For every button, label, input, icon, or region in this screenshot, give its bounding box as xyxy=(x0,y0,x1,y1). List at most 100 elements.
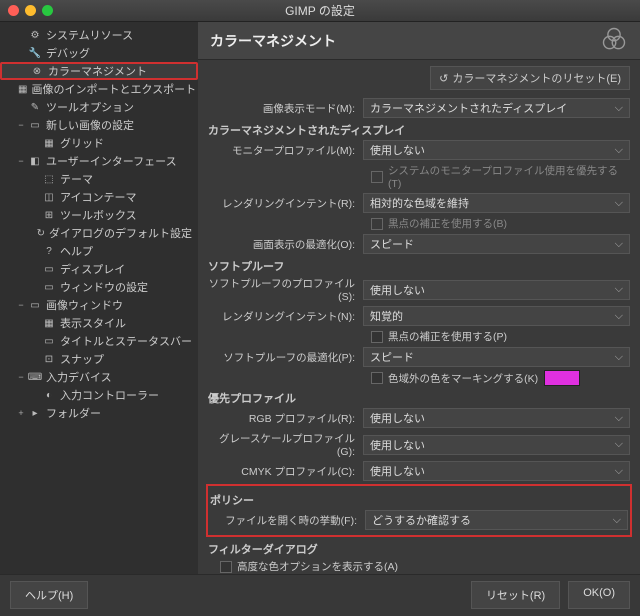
group-preferred-profiles: 優先プロファイル xyxy=(208,390,630,406)
settings-form: 画像表示モード(M):カラーマネジメントされたディスプレイ カラーマネジメントさ… xyxy=(198,96,640,574)
rgb-profile-label: RGB プロファイル(R): xyxy=(208,411,363,426)
cmyk-profile-select[interactable]: 使用しない xyxy=(363,461,630,481)
sidebar-item-label: テーマ xyxy=(60,171,93,187)
group-softproof: ソフトプルーフ xyxy=(208,258,630,274)
sidebar-item-label: ダイアログのデフォルト設定 xyxy=(49,225,192,241)
advanced-color-options-checkbox[interactable] xyxy=(220,561,232,573)
sidebar-item-label: グリッド xyxy=(60,135,104,151)
tree-icon: ⬚ xyxy=(42,172,56,186)
sidebar-item-10[interactable]: ⊞ ツールボックス xyxy=(0,206,198,224)
file-open-behavior-label: ファイルを開く時の挙動(F): xyxy=(210,513,365,528)
sidebar-item-15[interactable]: −▭ 画像ウィンドウ xyxy=(0,296,198,314)
sidebar-item-6[interactable]: ▦ グリッド xyxy=(0,134,198,152)
blackpoint-p-checkbox[interactable] xyxy=(371,331,383,343)
sidebar-item-label: アイコンテーマ xyxy=(60,189,136,205)
expand-icon[interactable]: − xyxy=(16,156,26,166)
tree-icon: 🔧 xyxy=(28,46,42,60)
rendering-intent-n-select[interactable]: 知覚的 xyxy=(363,306,630,326)
tree-icon: ⊞ xyxy=(42,208,56,222)
sidebar-item-1[interactable]: 🔧 デバッグ xyxy=(0,44,198,62)
gamut-color-swatch[interactable] xyxy=(544,370,580,386)
display-optimize-label: 画面表示の最適化(O): xyxy=(208,237,363,252)
sidebar-item-4[interactable]: ✎ツールオプション xyxy=(0,98,198,116)
expand-icon[interactable]: + xyxy=(16,408,26,418)
sidebar-item-16[interactable]: ▦表示スタイル xyxy=(0,314,198,332)
sidebar-item-label: ディスプレイ xyxy=(60,261,125,277)
tree-icon: ↻ xyxy=(37,226,45,240)
gray-profile-select[interactable]: 使用しない xyxy=(363,435,630,455)
softproof-optimize-select[interactable]: スピード xyxy=(363,347,630,367)
tree-icon: ▭ xyxy=(28,118,42,132)
display-optimize-select[interactable]: スピード xyxy=(363,234,630,254)
softproof-profile-select[interactable]: 使用しない xyxy=(363,280,630,300)
sidebar-item-label: 入力コントローラー xyxy=(60,387,159,403)
display-mode-select[interactable]: カラーマネジメントされたディスプレイ xyxy=(363,98,630,118)
sidebar-item-8[interactable]: ⬚ テーマ xyxy=(0,170,198,188)
tree-icon: ◧ xyxy=(28,154,42,168)
monitor-profile-select[interactable]: 使用しない xyxy=(363,140,630,160)
softproof-profile-label: ソフトプルーフのプロファイル(S): xyxy=(208,276,363,303)
sidebar-item-label: タイトルとステータスバー xyxy=(60,333,192,349)
sidebar-item-label: 画像ウィンドウ xyxy=(46,297,123,313)
tree-icon: ▸ xyxy=(28,406,42,420)
sidebar-item-label: ツールボックス xyxy=(60,207,137,223)
tree-icon: ▭ xyxy=(28,298,42,312)
sidebar-item-label: デバッグ xyxy=(46,45,90,61)
sidebar-item-label: ウィンドウの設定 xyxy=(60,279,148,295)
sidebar-item-12[interactable]: ? ヘルプ xyxy=(0,242,198,260)
rendering-intent-n-label: レンダリングインテント(N): xyxy=(208,309,363,324)
sidebar-item-18[interactable]: ⊡スナップ xyxy=(0,350,198,368)
tree-icon: ⊡ xyxy=(42,352,56,366)
file-open-behavior-select[interactable]: どうするか確認する xyxy=(365,510,628,530)
page-title: カラーマネジメント xyxy=(210,31,336,51)
policy-highlight: ポリシー ファイルを開く時の挙動(F):どうするか確認する xyxy=(206,484,632,537)
tree-icon: ✎ xyxy=(28,100,42,114)
help-button[interactable]: ヘルプ(H) xyxy=(10,581,88,609)
sidebar-item-label: フォルダー xyxy=(46,405,101,421)
expand-icon[interactable]: − xyxy=(16,300,26,310)
sidebar-item-label: カラーマネジメント xyxy=(48,63,147,79)
tree-icon: ⌨ xyxy=(28,370,42,384)
sidebar-item-11[interactable]: ↻ ダイアログのデフォルト設定 xyxy=(0,224,198,242)
tree-icon: ▦ xyxy=(42,316,56,330)
tree-icon: ◫ xyxy=(42,190,56,204)
dialog-footer: ヘルプ(H) リセット(R) OK(O) xyxy=(0,574,640,614)
sidebar-item-0[interactable]: ⚙システムリソース xyxy=(0,26,198,44)
tree-icon: ⚙ xyxy=(28,28,42,42)
ok-button[interactable]: OK(O) xyxy=(568,581,630,609)
rendering-intent-r-select[interactable]: 相対的な色域を維持 xyxy=(363,193,630,213)
tree-icon: ▭ xyxy=(42,262,56,276)
reset-color-management-button[interactable]: ↺ カラーマネジメントのリセット(E) xyxy=(430,66,630,90)
sidebar-item-13[interactable]: ▭ ディスプレイ xyxy=(0,260,198,278)
titlebar: GIMP の設定 xyxy=(0,0,640,22)
sidebar-item-17[interactable]: ▭タイトルとステータスバー xyxy=(0,332,198,350)
sidebar-item-7[interactable]: −◧ユーザーインターフェース xyxy=(0,152,198,170)
color-management-icon xyxy=(600,25,628,56)
expand-icon[interactable]: − xyxy=(16,120,26,130)
gamut-mark-checkbox[interactable] xyxy=(371,372,383,384)
reset-button[interactable]: リセット(R) xyxy=(471,581,560,609)
sidebar-item-14[interactable]: ▭ ウィンドウの設定 xyxy=(0,278,198,296)
sidebar-item-3[interactable]: ▦画像のインポートとエクスポート xyxy=(0,80,198,98)
blackpoint-b-checkbox[interactable] xyxy=(371,218,383,230)
rgb-profile-select[interactable]: 使用しない xyxy=(363,408,630,428)
sidebar: ⚙システムリソース 🔧 デバッグ⊗ カラーマネジメント▦画像のインポートとエクスポート… xyxy=(0,22,198,574)
content-pane: カラーマネジメント ↺ カラーマネジメントのリセット(E) 画像表示モード(M)… xyxy=(198,22,640,574)
tree-icon: ◐ xyxy=(42,388,56,402)
sidebar-item-2[interactable]: ⊗ カラーマネジメント xyxy=(0,62,198,80)
tree-icon: ▭ xyxy=(42,280,56,294)
rendering-intent-r-label: レンダリングインテント(R): xyxy=(208,196,363,211)
sidebar-item-label: 新しい画像の設定 xyxy=(46,117,134,133)
sidebar-item-20[interactable]: ◐ 入力コントローラー xyxy=(0,386,198,404)
sidebar-item-5[interactable]: −▭ 新しい画像の設定 xyxy=(0,116,198,134)
reset-icon: ↺ xyxy=(439,72,448,85)
system-monitor-profile-checkbox[interactable] xyxy=(371,171,383,183)
tree-icon: ▦ xyxy=(42,136,56,150)
sidebar-item-21[interactable]: +▸ フォルダー xyxy=(0,404,198,422)
tree-icon: ⊗ xyxy=(30,64,44,78)
sidebar-item-19[interactable]: −⌨入力デバイス xyxy=(0,368,198,386)
sidebar-item-9[interactable]: ◫ アイコンテーマ xyxy=(0,188,198,206)
tree-icon: ? xyxy=(42,244,56,258)
expand-icon[interactable]: − xyxy=(16,372,26,382)
sidebar-item-label: ヘルプ xyxy=(60,243,93,259)
